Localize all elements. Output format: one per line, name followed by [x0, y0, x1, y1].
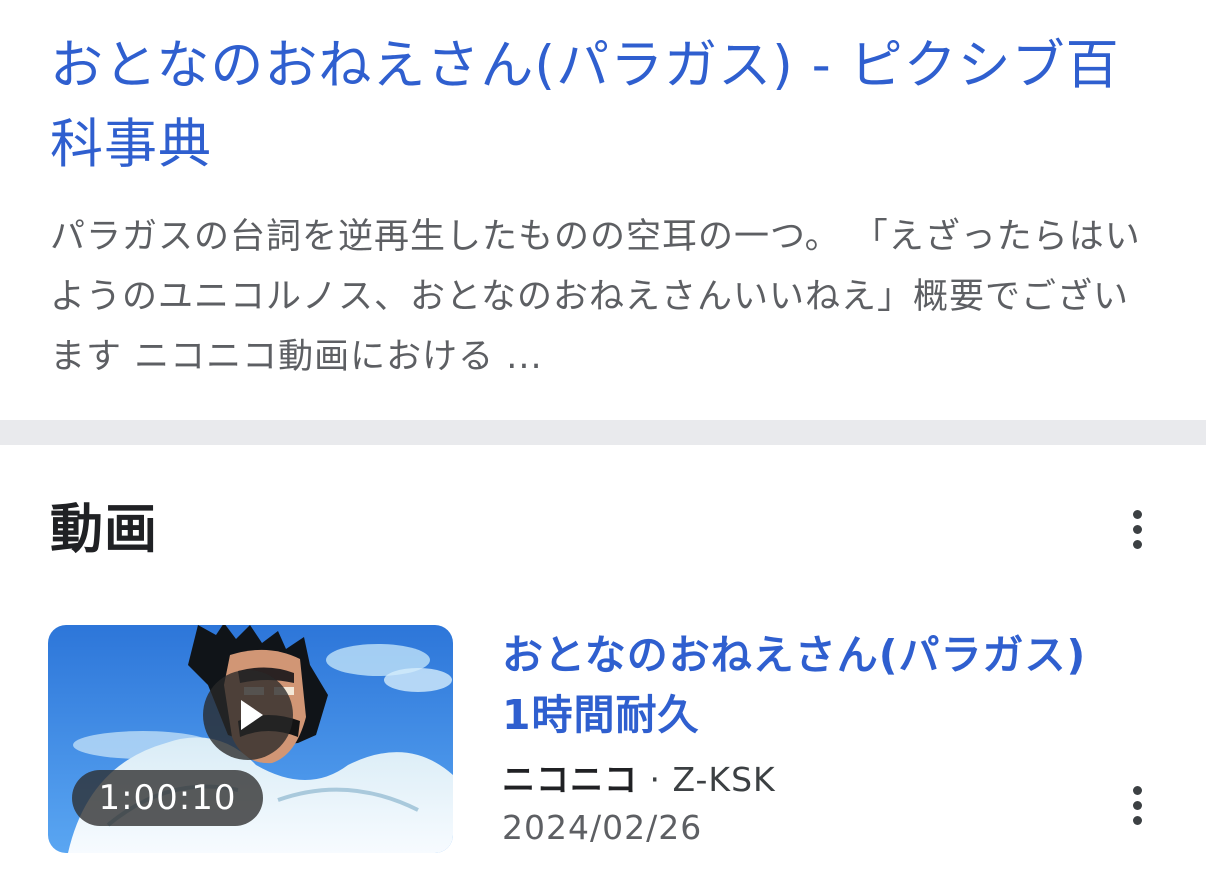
meta-separator: ·	[649, 760, 661, 799]
video-more-icon[interactable]	[1115, 775, 1159, 835]
play-icon[interactable]	[203, 670, 293, 760]
search-result-card: おとなのおねえさん(パラガス) - ピクシブ百科事典 パラガスの台詞を逆再生した…	[0, 0, 1206, 420]
video-author: Z-KSK	[672, 760, 776, 799]
video-title-link[interactable]: おとなのおねえさん(パラガス) 1時間耐久	[502, 625, 1112, 745]
video-meta: ニコニコ · Z-KSK	[502, 757, 776, 803]
videos-section-more-icon[interactable]	[1115, 499, 1159, 559]
duration-badge: 1:00:10	[72, 770, 263, 826]
videos-section-heading: 動画	[50, 499, 158, 560]
section-divider	[0, 420, 1206, 445]
video-date: 2024/02/26	[502, 808, 703, 847]
result-snippet: パラガスの台詞を逆再生したものの空耳の一つ。 「えざったらはいようのユニコルノス…	[50, 217, 1141, 377]
result-title-link[interactable]: おとなのおねえさん(パラガス) - ピクシブ百科事典	[50, 26, 1130, 184]
video-source: ニコニコ	[502, 760, 638, 799]
